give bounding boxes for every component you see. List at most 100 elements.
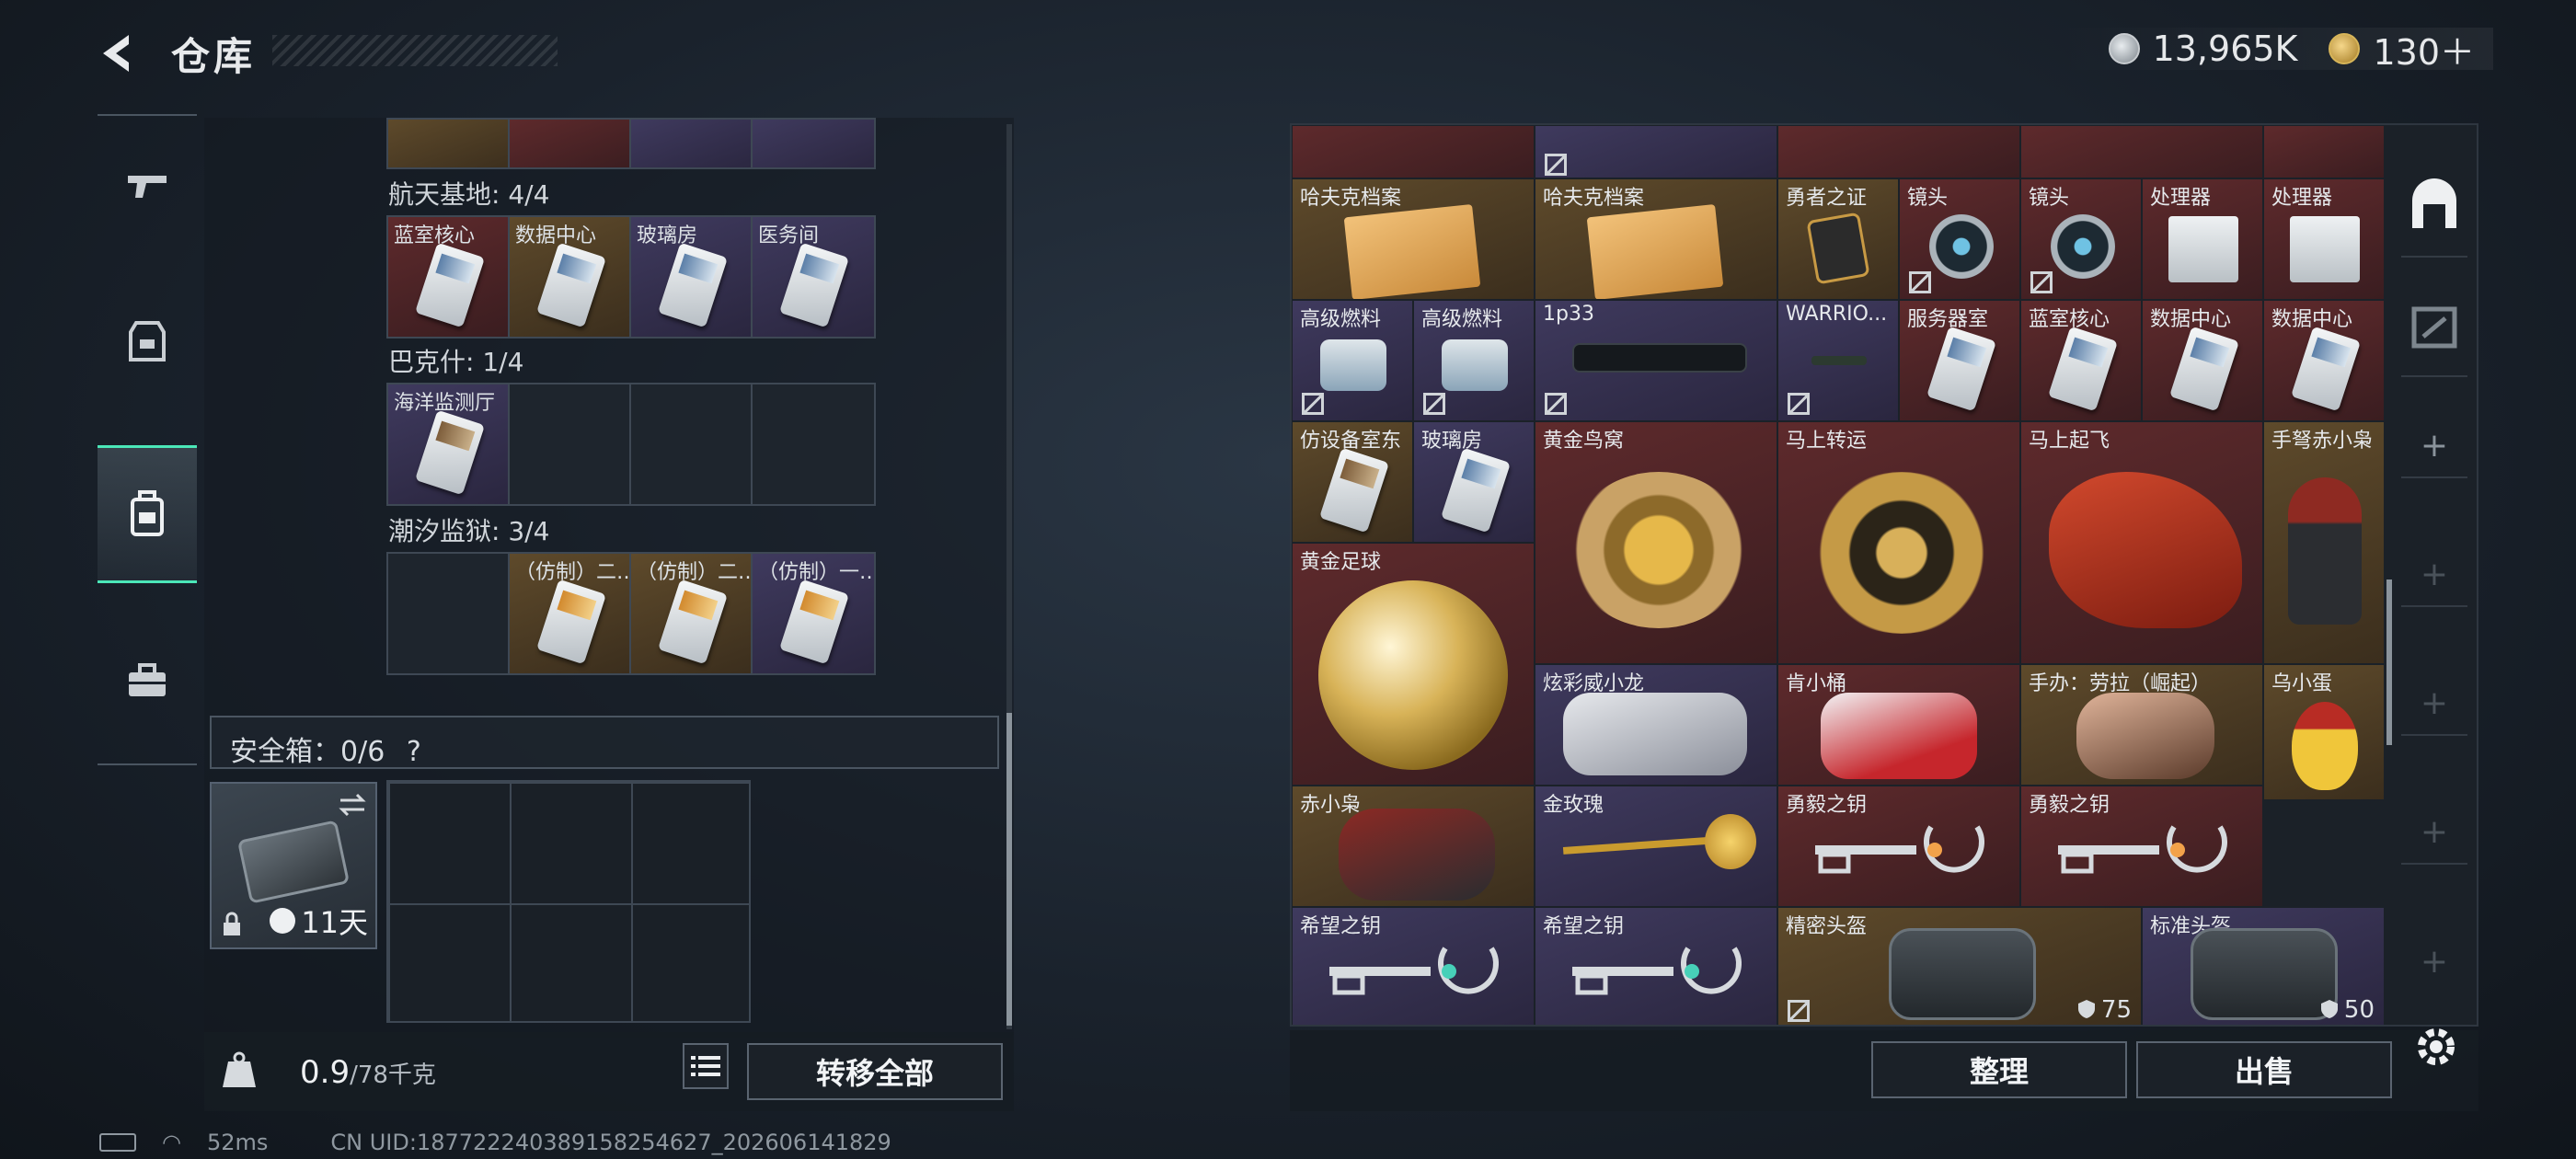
item-cell[interactable]: 仿设备室东 bbox=[1292, 421, 1413, 543]
item-cell[interactable]: （仿制）一… bbox=[753, 554, 874, 673]
item-cell[interactable] bbox=[1777, 125, 2020, 178]
item-cell[interactable]: 勇者之证 bbox=[1777, 178, 1899, 300]
add-stash-button[interactable]: + bbox=[2401, 800, 2467, 865]
item-cell[interactable]: 勇毅之钥 bbox=[2020, 786, 2263, 907]
item-cell[interactable]: 蓝室核心 bbox=[388, 217, 510, 337]
item-cell[interactable]: 哈夫克档案 bbox=[1535, 178, 1777, 300]
back-button[interactable] bbox=[92, 28, 144, 79]
safebox-header: 安全箱：0/6 ? bbox=[210, 716, 999, 769]
partial-cell[interactable] bbox=[753, 120, 874, 167]
item-cell[interactable]: 蓝室核心 bbox=[2020, 300, 2142, 421]
item-cell[interactable]: 数据中心 bbox=[510, 217, 631, 337]
item-cell[interactable] bbox=[2020, 125, 2263, 178]
add-stash-button[interactable]: + bbox=[2401, 671, 2467, 736]
nav-weapons[interactable] bbox=[98, 116, 197, 254]
keycard-icon bbox=[2168, 326, 2240, 412]
item-cell[interactable]: （仿制）二… bbox=[510, 554, 631, 673]
list-view-button[interactable] bbox=[683, 1043, 729, 1089]
empty-slot[interactable] bbox=[753, 384, 874, 504]
scroll-thumb[interactable] bbox=[1006, 713, 1012, 1026]
item-cell[interactable]: 手弩赤小枭 bbox=[2263, 421, 2385, 664]
item-cell[interactable]: 医务间 bbox=[753, 217, 874, 337]
item-cell[interactable]: （仿制）二… bbox=[631, 554, 753, 673]
item-cell[interactable]: 黄金足球 bbox=[1292, 543, 1535, 786]
item-cell[interactable]: 肯小桶 bbox=[1777, 664, 2020, 786]
safebox-case[interactable]: 11天 bbox=[210, 782, 377, 949]
item-cell[interactable]: 玻璃房 bbox=[1413, 421, 1535, 543]
badge-icon bbox=[1806, 212, 1870, 285]
item-cell[interactable]: 哈夫克档案 bbox=[1292, 178, 1535, 300]
partial-cell[interactable] bbox=[388, 120, 510, 167]
help-icon[interactable]: ? bbox=[407, 736, 421, 768]
item-cell[interactable]: 数据中心 bbox=[2142, 300, 2263, 421]
storage-tab[interactable] bbox=[2401, 276, 2467, 377]
item-cell[interactable]: 炫彩威小龙 bbox=[1535, 664, 1777, 786]
currency-bar: 13,965K 130＋ bbox=[2053, 28, 2493, 73]
swap-icon[interactable] bbox=[337, 791, 368, 819]
transfer-all-button[interactable]: 转移全部 bbox=[747, 1043, 1003, 1100]
plus-icon: + bbox=[2420, 942, 2449, 981]
item-cell[interactable] bbox=[2263, 125, 2385, 178]
no-drop-icon bbox=[1423, 393, 1445, 415]
item-cell[interactable]: WARRIO... bbox=[1777, 300, 1899, 421]
item-cell[interactable]: 手办：劳拉（崛起） bbox=[2020, 664, 2263, 786]
item-cell[interactable]: 赤小枭 bbox=[1292, 786, 1535, 907]
document-icon bbox=[1343, 203, 1481, 299]
left-scrollbar[interactable] bbox=[1006, 124, 1012, 1029]
add-stash-button[interactable]: + bbox=[2401, 414, 2467, 478]
nav-armor[interactable] bbox=[98, 272, 197, 410]
empty-slot[interactable] bbox=[631, 384, 753, 504]
left-category-nav bbox=[98, 114, 197, 765]
add-stash-button[interactable]: + bbox=[2401, 929, 2467, 993]
item-cell[interactable] bbox=[1292, 125, 1535, 178]
item-cell[interactable]: 黄金鸟窝 bbox=[1535, 421, 1777, 664]
item-cell[interactable]: 金玫瑰 bbox=[1535, 786, 1777, 907]
gold-coin-icon bbox=[2329, 33, 2361, 64]
item-cell[interactable]: 处理器 bbox=[2142, 178, 2263, 300]
item-cell[interactable]: 玻璃房 bbox=[631, 217, 753, 337]
battery-icon bbox=[99, 1133, 136, 1152]
nav-toolbox[interactable] bbox=[98, 613, 197, 751]
partial-cell[interactable] bbox=[510, 120, 631, 167]
sell-button[interactable]: 出售 bbox=[2136, 1041, 2392, 1098]
nav-backpack[interactable] bbox=[98, 445, 197, 583]
backpack-icon bbox=[131, 490, 164, 536]
no-drop-icon bbox=[1788, 393, 1810, 415]
sort-button[interactable]: 整理 bbox=[1871, 1041, 2127, 1098]
processor-icon bbox=[2168, 216, 2238, 282]
stash-tab[interactable] bbox=[2401, 156, 2467, 258]
no-drop-icon bbox=[1545, 154, 1567, 176]
item-cell[interactable]: 马上起飞 bbox=[2020, 421, 2263, 664]
item-cell[interactable]: 服务器室 bbox=[1899, 300, 2020, 421]
silver-coin-icon bbox=[2108, 33, 2140, 64]
item-cell[interactable]: 标准头盔 50 bbox=[2142, 907, 2385, 1025]
item-cell[interactable] bbox=[1535, 125, 1777, 178]
item-cell[interactable]: 1p33 bbox=[1535, 300, 1777, 421]
item-cell[interactable]: 处理器 bbox=[2263, 178, 2385, 300]
currency-gold[interactable]: 130＋ bbox=[2373, 24, 2475, 75]
item-cell[interactable]: 精密头盔 75 bbox=[1777, 907, 2142, 1025]
item-cell[interactable]: 希望之钥 bbox=[1292, 907, 1535, 1025]
durability-value: 50 bbox=[2320, 996, 2375, 1024]
empty-slot[interactable] bbox=[388, 554, 510, 673]
item-cell[interactable]: 高级燃料 bbox=[1413, 300, 1535, 421]
item-cell[interactable]: 海洋监测厅 bbox=[388, 384, 510, 504]
item-cell[interactable]: 勇毅之钥 bbox=[1777, 786, 2020, 907]
item-cell[interactable]: 镜头 bbox=[1899, 178, 2020, 300]
currency-silver: 13,965K bbox=[2152, 29, 2298, 69]
plus-icon: + bbox=[2420, 426, 2449, 465]
item-cell[interactable]: 马上转运 bbox=[1777, 421, 2020, 664]
dragon-toy-icon bbox=[1563, 693, 1747, 775]
empty-slot[interactable] bbox=[510, 384, 631, 504]
partial-cell[interactable] bbox=[631, 120, 753, 167]
add-stash-button[interactable]: + bbox=[2401, 543, 2467, 607]
item-cell[interactable]: 希望之钥 bbox=[1535, 907, 1777, 1025]
item-cell[interactable]: 镜头 bbox=[2020, 178, 2142, 300]
key-icon bbox=[2058, 825, 2227, 874]
section-row-bakshi: 海洋监测厅 bbox=[386, 383, 876, 506]
item-cell[interactable]: 高级燃料 bbox=[1292, 300, 1413, 421]
item-cell[interactable]: 数据中心 bbox=[2263, 300, 2385, 421]
item-cell[interactable]: 乌小蛋 bbox=[2263, 664, 2385, 800]
safebox-grid[interactable] bbox=[386, 780, 751, 1023]
gear-icon[interactable] bbox=[2412, 1023, 2460, 1071]
